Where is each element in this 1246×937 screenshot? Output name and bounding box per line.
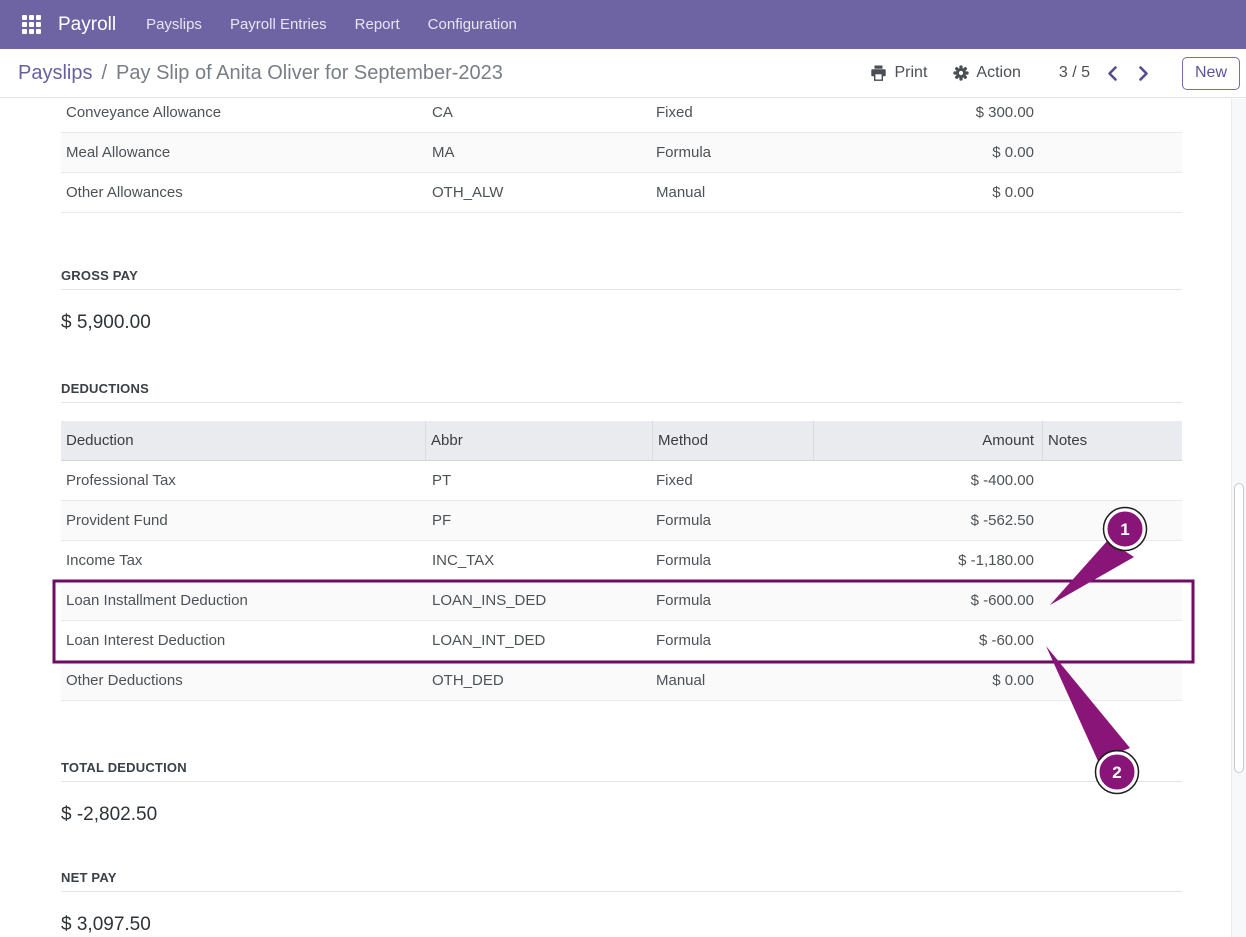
cell-abbr: OTH_DED bbox=[425, 672, 652, 689]
net-pay-section: NET PAY $ 3,097.50 bbox=[61, 870, 1182, 936]
pager-previous-button[interactable] bbox=[1106, 65, 1120, 82]
cell-name: Conveyance Allowance bbox=[61, 104, 425, 121]
cell-name: Meal Allowance bbox=[61, 144, 425, 161]
pager-counter: 3 / 5 bbox=[1059, 64, 1090, 82]
breadcrumb-current: Pay Slip of Anita Oliver for September-2… bbox=[116, 62, 503, 85]
cell-amount: $ -400.00 bbox=[813, 472, 1042, 489]
column-header-amount[interactable]: Amount bbox=[813, 421, 1042, 460]
cell-name: Other Allowances bbox=[61, 184, 425, 201]
menu-item-report[interactable]: Report bbox=[355, 16, 400, 33]
deductions-table: Deduction Abbr Method Amount Notes Profe… bbox=[61, 421, 1182, 701]
table-row[interactable]: Meal AllowanceMAFormula$ 0.00 bbox=[61, 133, 1182, 173]
cell-abbr: OTH_ALW bbox=[425, 184, 652, 201]
cell-abbr: PF bbox=[425, 512, 652, 529]
gear-icon bbox=[953, 65, 969, 81]
app-menu: Payslips Payroll Entries Report Configur… bbox=[146, 16, 517, 33]
table-row[interactable]: Loan Interest DeductionLOAN_INT_DEDFormu… bbox=[61, 621, 1182, 661]
table-row[interactable]: Income TaxINC_TAXFormula$ -1,180.00 bbox=[61, 541, 1182, 581]
divider bbox=[61, 781, 1182, 782]
cell-name: Income Tax bbox=[61, 552, 425, 569]
allowances-table: Conveyance AllowanceCAFixed$ 300.00Meal … bbox=[61, 99, 1182, 213]
cell-name: Other Deductions bbox=[61, 672, 425, 689]
new-button[interactable]: New bbox=[1182, 57, 1240, 90]
cell-amount: $ -1,180.00 bbox=[813, 552, 1042, 569]
breadcrumb-parent-link[interactable]: Payslips bbox=[18, 62, 92, 85]
vertical-scrollbar-thumb[interactable] bbox=[1234, 483, 1244, 773]
deductions-section: DEDUCTIONS bbox=[61, 381, 1182, 403]
cell-abbr: LOAN_INS_DED bbox=[425, 592, 652, 609]
cell-method: Formula bbox=[652, 512, 813, 529]
menu-item-payslips[interactable]: Payslips bbox=[146, 16, 202, 33]
column-header-notes[interactable]: Notes bbox=[1042, 421, 1182, 460]
cell-amount: $ 0.00 bbox=[813, 672, 1042, 689]
cell-abbr: LOAN_INT_DED bbox=[425, 632, 652, 649]
gross-pay-section: GROSS PAY $ 5,900.00 bbox=[61, 268, 1182, 334]
column-header-method[interactable]: Method bbox=[652, 421, 813, 460]
cell-amount: $ -60.00 bbox=[813, 632, 1042, 649]
deductions-label: DEDUCTIONS bbox=[61, 381, 1182, 396]
table-row[interactable]: Provident FundPFFormula$ -562.50 bbox=[61, 501, 1182, 541]
table-row[interactable]: Other AllowancesOTH_ALWManual$ 0.00 bbox=[61, 173, 1182, 213]
cell-abbr: CA bbox=[425, 104, 652, 121]
total-deduction-section: TOTAL DEDUCTION $ -2,802.50 bbox=[61, 760, 1182, 826]
divider bbox=[61, 402, 1182, 403]
gross-pay-value: $ 5,900.00 bbox=[61, 312, 1182, 334]
control-panel-actions: Print Action 3 / 5 bbox=[870, 57, 1240, 90]
table-row[interactable]: Conveyance AllowanceCAFixed$ 300.00 bbox=[61, 99, 1182, 133]
control-panel: Payslips / Pay Slip of Anita Oliver for … bbox=[0, 49, 1246, 98]
cell-method: Fixed bbox=[652, 472, 813, 489]
cell-name: Professional Tax bbox=[61, 472, 425, 489]
deductions-table-body: Professional TaxPTFixed$ -400.00Providen… bbox=[61, 461, 1182, 701]
total-deduction-value: $ -2,802.50 bbox=[61, 804, 1182, 826]
cell-amount: $ 0.00 bbox=[813, 144, 1042, 161]
cell-method: Fixed bbox=[652, 104, 813, 121]
cell-name: Loan Installment Deduction bbox=[61, 592, 425, 609]
column-header-deduction[interactable]: Deduction bbox=[61, 421, 425, 460]
cell-name: Provident Fund bbox=[61, 512, 425, 529]
top-navbar: Payroll Payslips Payroll Entries Report … bbox=[0, 0, 1246, 49]
deductions-table-header: Deduction Abbr Method Amount Notes bbox=[61, 421, 1182, 461]
pager-next-button[interactable] bbox=[1136, 65, 1150, 82]
cell-amount: $ 300.00 bbox=[813, 104, 1042, 121]
menu-item-configuration[interactable]: Configuration bbox=[428, 16, 517, 33]
breadcrumb-separator: / bbox=[101, 62, 107, 85]
app-brand[interactable]: Payroll bbox=[58, 14, 116, 36]
cell-method: Manual bbox=[652, 672, 813, 689]
cell-amount: $ 0.00 bbox=[813, 184, 1042, 201]
cell-amount: $ -600.00 bbox=[813, 592, 1042, 609]
cell-method: Formula bbox=[652, 592, 813, 609]
action-label: Action bbox=[976, 64, 1020, 82]
gross-pay-label: GROSS PAY bbox=[61, 268, 1182, 283]
divider bbox=[61, 289, 1182, 290]
cell-amount: $ -562.50 bbox=[813, 512, 1042, 529]
divider bbox=[61, 891, 1182, 892]
cell-name: Loan Interest Deduction bbox=[61, 632, 425, 649]
table-row[interactable]: Professional TaxPTFixed$ -400.00 bbox=[61, 461, 1182, 501]
net-pay-label: NET PAY bbox=[61, 870, 1182, 885]
column-header-abbr[interactable]: Abbr bbox=[425, 421, 652, 460]
vertical-scrollbar-track[interactable] bbox=[1231, 99, 1246, 937]
net-pay-value: $ 3,097.50 bbox=[61, 914, 1182, 936]
chevron-right-icon bbox=[1136, 65, 1150, 82]
table-row[interactable]: Other DeductionsOTH_DEDManual$ 0.00 bbox=[61, 661, 1182, 701]
table-row[interactable]: Loan Installment DeductionLOAN_INS_DEDFo… bbox=[61, 581, 1182, 621]
print-button[interactable]: Print bbox=[870, 64, 927, 82]
cell-abbr: PT bbox=[425, 472, 652, 489]
cell-method: Formula bbox=[652, 552, 813, 569]
cell-method: Manual bbox=[652, 184, 813, 201]
cell-abbr: MA bbox=[425, 144, 652, 161]
action-button[interactable]: Action bbox=[953, 64, 1020, 82]
chevron-left-icon bbox=[1106, 65, 1120, 82]
printer-icon bbox=[870, 65, 887, 81]
menu-item-payroll-entries[interactable]: Payroll Entries bbox=[230, 16, 327, 33]
apps-menu-icon[interactable] bbox=[22, 15, 41, 34]
cell-abbr: INC_TAX bbox=[425, 552, 652, 569]
print-label: Print bbox=[894, 64, 927, 82]
payslip-form-content: Conveyance AllowanceCAFixed$ 300.00Meal … bbox=[0, 99, 1246, 937]
cell-method: Formula bbox=[652, 632, 813, 649]
total-deduction-label: TOTAL DEDUCTION bbox=[61, 760, 1182, 775]
cell-method: Formula bbox=[652, 144, 813, 161]
breadcrumb: Payslips / Pay Slip of Anita Oliver for … bbox=[18, 62, 503, 85]
